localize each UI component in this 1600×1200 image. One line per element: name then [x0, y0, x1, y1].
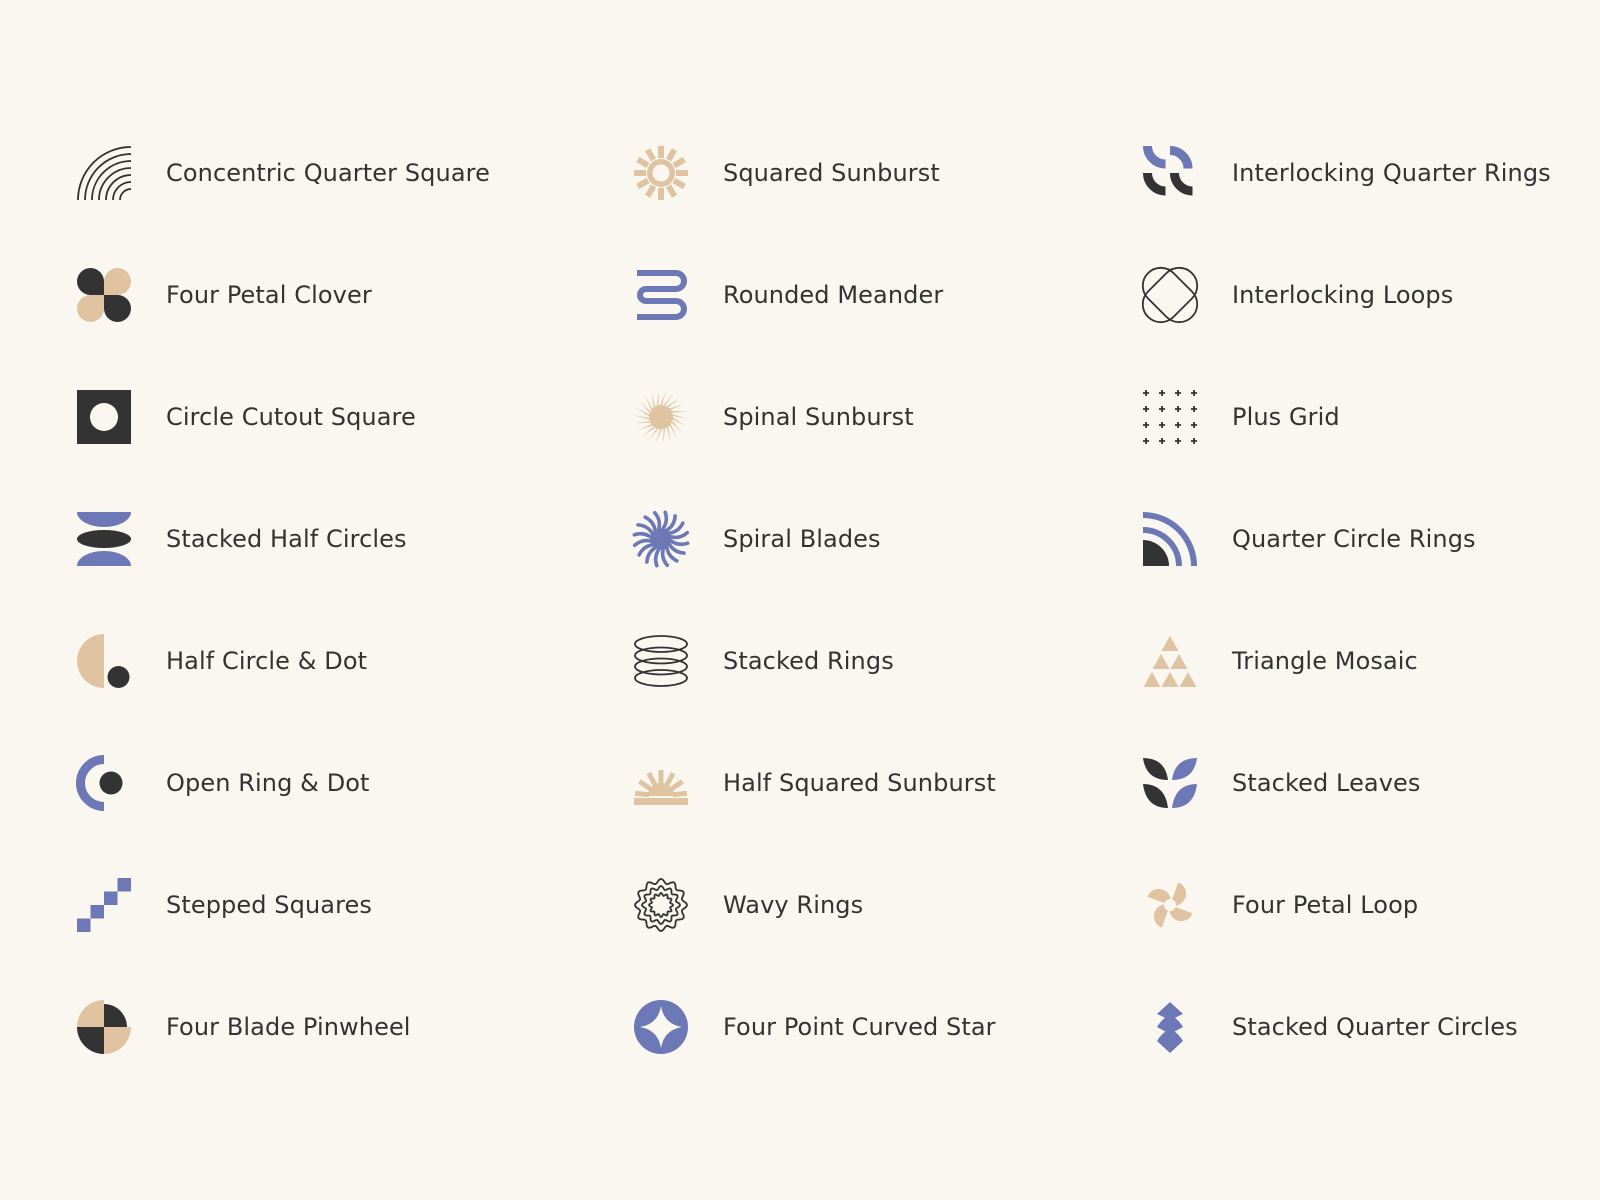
item-four-petal-clover: Four Petal Clover [77, 265, 372, 325]
item-open-ring-dot: Open Ring & Dot [76, 753, 370, 813]
item-interlocking-loops: Interlocking Loops [1141, 265, 1454, 325]
item-half-circle-dot: Half Circle & Dot [77, 631, 367, 691]
item-four-blade-pinwheel: Four Blade Pinwheel [77, 997, 411, 1057]
four-petal-clover-icon [77, 268, 131, 322]
item-four-point-curved-star: Four Point Curved Star [634, 997, 996, 1057]
item-label: Interlocking Loops [1232, 281, 1454, 309]
item-label: Stepped Squares [166, 891, 373, 919]
wavy-rings-icon [634, 878, 688, 932]
item-label: Open Ring & Dot [166, 769, 370, 797]
item-label: Stacked Half Circles [166, 525, 407, 553]
item-label: Rounded Meander [723, 281, 944, 309]
four-point-curved-star-icon [634, 1000, 688, 1054]
triangle-mosaic-icon [1143, 634, 1197, 688]
item-squared-sunburst: Squared Sunburst [634, 143, 940, 203]
quarter-circle-rings-icon [1142, 512, 1197, 567]
item-spiral-blades: Spiral Blades [632, 509, 881, 569]
item-wavy-rings: Wavy Rings [634, 875, 863, 935]
item-label: Half Circle & Dot [166, 647, 368, 675]
item-label: Half Squared Sunburst [723, 769, 996, 797]
item-label: Triangle Mosaic [1232, 647, 1418, 675]
item-label: Four Petal Loop [1232, 891, 1419, 919]
item-label: Quarter Circle Rings [1232, 525, 1476, 553]
item-label: Plus Grid [1232, 403, 1340, 431]
item-stacked-quarter-circles: Stacked Quarter Circles [1143, 997, 1518, 1057]
interlocking-quarter-rings-icon [1143, 145, 1197, 200]
item-rounded-meander: Rounded Meander [634, 265, 943, 325]
item-quarter-circle-rings: Quarter Circle Rings [1142, 509, 1476, 569]
stacked-quarter-circles-icon [1143, 1000, 1197, 1054]
item-stacked-rings: Stacked Rings [634, 631, 894, 691]
item-stepped-squares: Stepped Squares [77, 875, 372, 935]
circle-cutout-square-icon [77, 390, 131, 444]
item-label: Four Point Curved Star [723, 1013, 996, 1041]
open-ring-dot-icon [76, 755, 131, 811]
item-label: Circle Cutout Square [166, 403, 416, 431]
plus-grid-icon [1143, 390, 1197, 444]
item-stacked-half-circles: Stacked Half Circles [77, 509, 407, 569]
item-spinal-sunburst: Spinal Sunburst [634, 387, 914, 447]
item-label: Concentric Quarter Square [166, 159, 490, 187]
item-label: Interlocking Quarter Rings [1232, 159, 1551, 187]
item-circle-cutout-square: Circle Cutout Square [77, 387, 416, 447]
stacked-half-circles-icon [77, 512, 131, 566]
item-concentric-quarter-square: Concentric Quarter Square [77, 143, 490, 203]
half-squared-sunburst-icon [634, 756, 688, 810]
stacked-rings-icon [634, 634, 688, 688]
concentric-quarter-square-icon [77, 146, 132, 201]
half-circle-dot-icon [77, 634, 131, 688]
item-triangle-mosaic: Triangle Mosaic [1143, 631, 1418, 691]
spinal-sunburst-icon [634, 390, 688, 444]
item-label: Stacked Leaves [1232, 769, 1421, 797]
item-four-petal-loop: Four Petal Loop [1143, 875, 1418, 935]
item-interlocking-quarter-rings: Interlocking Quarter Rings [1143, 143, 1551, 203]
item-label: Wavy Rings [723, 891, 864, 919]
item-label: Spiral Blades [723, 525, 881, 553]
stepped-squares-icon [77, 878, 131, 932]
squared-sunburst-icon [634, 146, 688, 200]
stacked-leaves-icon [1143, 756, 1197, 810]
item-plus-grid: Plus Grid [1143, 387, 1340, 447]
interlocking-loops-icon [1141, 266, 1199, 324]
item-label: Four Blade Pinwheel [166, 1013, 411, 1041]
item-label: Squared Sunburst [723, 159, 940, 187]
item-label: Spinal Sunburst [723, 403, 914, 431]
item-stacked-leaves: Stacked Leaves [1143, 753, 1421, 813]
spiral-blades-icon [632, 510, 690, 568]
four-blade-pinwheel-icon [77, 1000, 131, 1054]
rounded-meander-icon [634, 268, 688, 322]
item-label: Stacked Quarter Circles [1232, 1013, 1518, 1041]
four-petal-loop-icon [1143, 878, 1197, 932]
item-label: Four Petal Clover [166, 281, 372, 309]
item-half-squared-sunburst: Half Squared Sunburst [634, 753, 996, 813]
item-label: Stacked Rings [723, 647, 894, 675]
